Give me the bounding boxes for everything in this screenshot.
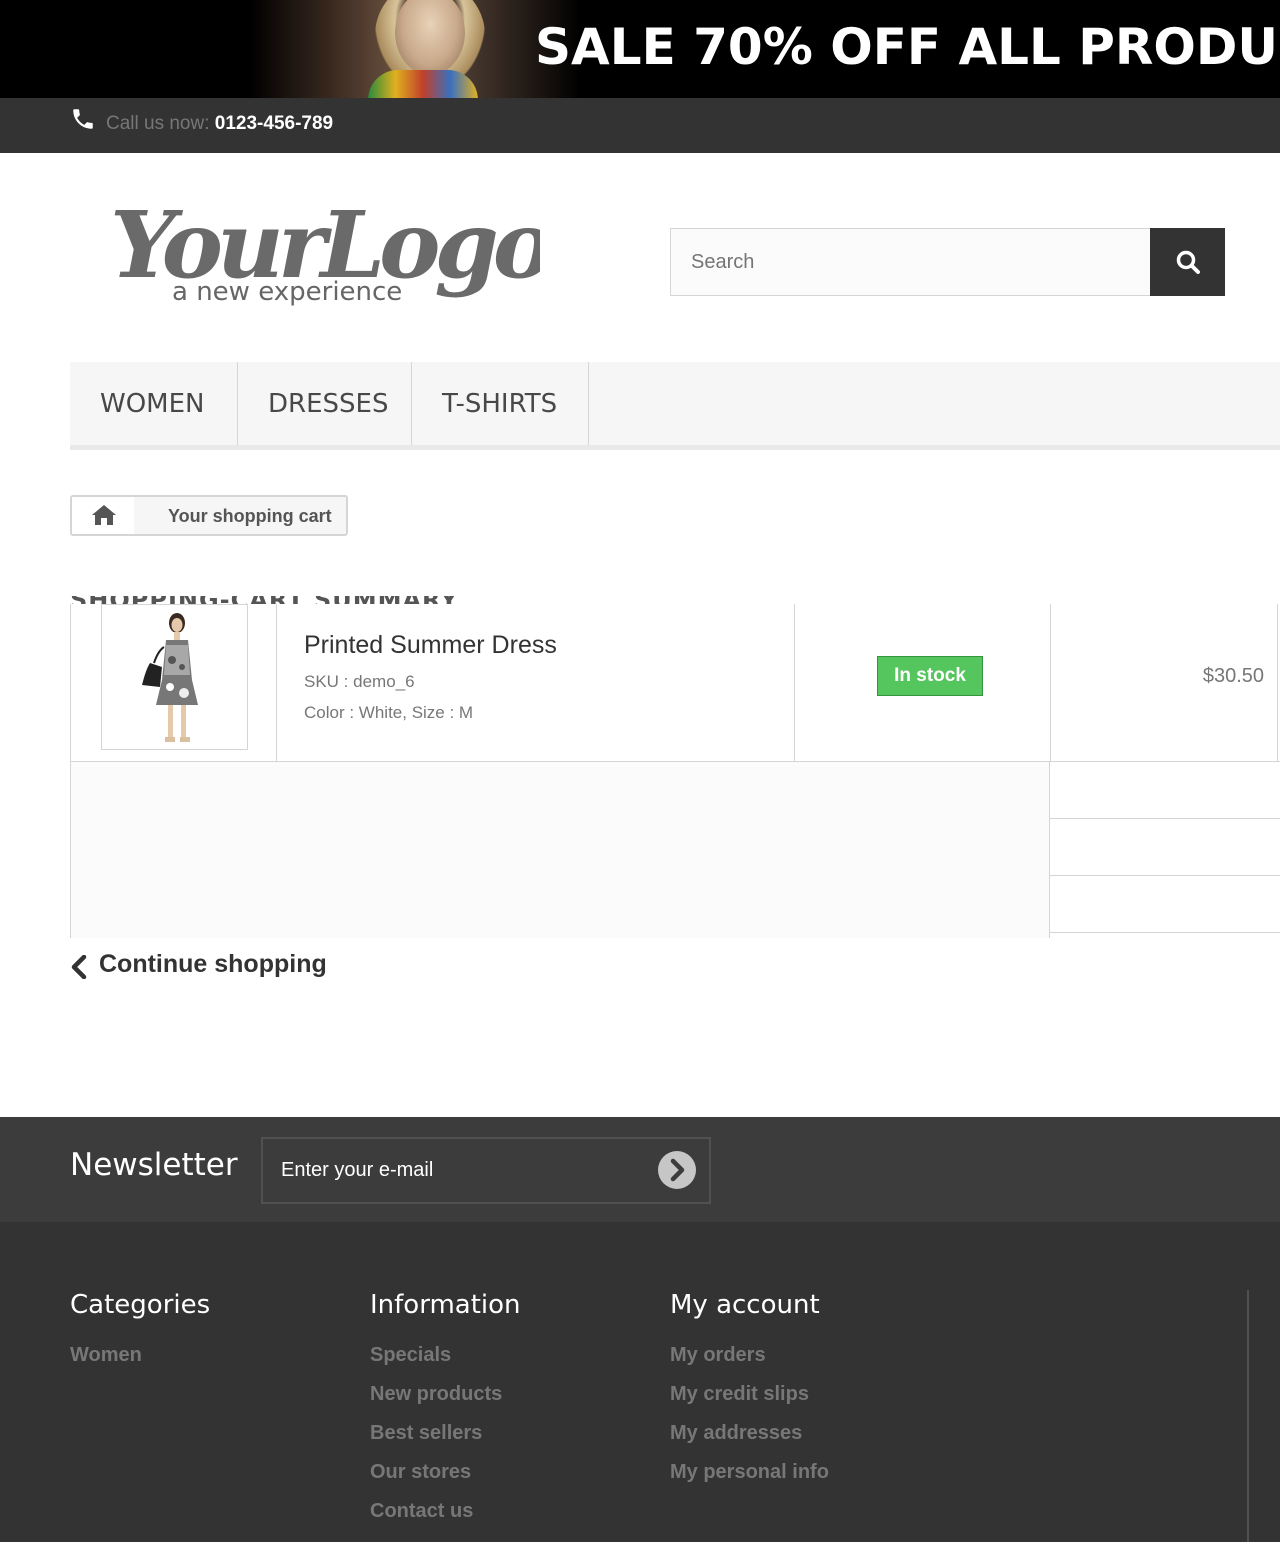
footer-link-my-orders[interactable]: My orders (670, 1344, 829, 1383)
newsletter-email-input[interactable]: Enter your e-mail (261, 1137, 711, 1204)
newsletter-title: Newsletter (70, 1147, 238, 1183)
menu-item-tshirts[interactable]: T-SHIRTS (412, 362, 589, 445)
phone-number: 0123-456-789 (214, 113, 334, 134)
menu-item-women[interactable]: WOMEN (70, 362, 238, 445)
totals-divider (1050, 932, 1280, 933)
product-image (142, 613, 198, 742)
totals-divider (1050, 875, 1280, 876)
site-footer: Categories Women Information Specials Ne… (0, 1222, 1280, 1542)
footer-divider (1247, 1290, 1249, 1542)
banner-model-top (368, 70, 478, 98)
footer-categories: Categories Women (70, 1290, 210, 1383)
breadcrumb: Your shopping cart (70, 495, 348, 536)
product-name-link[interactable]: Printed Summer Dress (304, 631, 557, 660)
top-bar: Call us now: 0123-456-789 (0, 98, 1280, 153)
main-menu: WOMEN DRESSES T-SHIRTS (70, 362, 1280, 450)
product-thumbnail[interactable] (101, 604, 248, 750)
search-button[interactable] (1150, 228, 1225, 296)
newsletter-submit-button[interactable] (657, 1150, 697, 1190)
search-form (670, 228, 1225, 296)
phone-icon (73, 109, 93, 129)
svg-text:a new experience: a new experience (172, 277, 402, 307)
call-us-text: Call us now: 0123-456-789 (106, 113, 333, 135)
product-sku: SKU : demo_6 (304, 672, 415, 691)
footer-link-our-stores[interactable]: Our stores (370, 1461, 521, 1500)
column-divider (276, 604, 277, 761)
column-divider (1050, 604, 1051, 761)
footer-account-title: My account (670, 1290, 820, 1320)
footer-link-my-credit-slips[interactable]: My credit slips (670, 1383, 829, 1422)
product-attributes-link[interactable]: Color : White, Size : M (304, 703, 473, 723)
search-input[interactable] (670, 228, 1151, 296)
footer-categories-title: Categories (70, 1290, 211, 1320)
footer-link-best-sellers[interactable]: Best sellers (370, 1422, 521, 1461)
footer-information: Information Specials New products Best s… (370, 1290, 521, 1539)
column-divider (1277, 604, 1278, 761)
footer-link-new-products[interactable]: New products (370, 1383, 521, 1422)
cart-footer-blank (70, 762, 1050, 938)
chevron-left-icon (71, 955, 87, 979)
breadcrumb-home[interactable] (72, 497, 134, 534)
footer-link-women[interactable]: Women (70, 1344, 210, 1383)
footer-my-account: My account My orders My credit slips My … (670, 1290, 829, 1500)
home-icon (92, 505, 116, 525)
cart-row: Printed Summer Dress SKU : demo_6 Color … (70, 604, 1280, 762)
banner-text: SALE 70% OFF ALL PRODUCTS (535, 18, 1280, 76)
footer-link-my-addresses[interactable]: My addresses (670, 1422, 829, 1461)
store-logo[interactable]: YourLogo a new experience (110, 185, 540, 315)
breadcrumb-current: Your shopping cart (168, 506, 332, 526)
totals-divider (1050, 818, 1280, 819)
footer-link-specials[interactable]: Specials (370, 1344, 521, 1383)
call-label: Call us now: (106, 113, 210, 134)
footer-link-my-personal-info[interactable]: My personal info (670, 1461, 829, 1500)
search-icon (1176, 250, 1200, 274)
continue-shopping-label: Continue shopping (99, 950, 327, 978)
promo-banner[interactable]: SALE 70% OFF ALL PRODUCTS (0, 0, 1280, 98)
footer-link-contact-us[interactable]: Contact us (370, 1500, 521, 1539)
availability-badge: In stock (877, 656, 983, 696)
column-divider (794, 604, 795, 761)
cart-totals-column (1049, 762, 1280, 938)
footer-information-title: Information (370, 1290, 521, 1320)
menu-item-dresses[interactable]: DRESSES (238, 362, 412, 445)
cart-table: Printed Summer Dress SKU : demo_6 Color … (70, 604, 1280, 938)
newsletter-block: Newsletter Enter your e-mail (0, 1117, 1280, 1222)
unit-price: $30.50 (1202, 665, 1264, 687)
